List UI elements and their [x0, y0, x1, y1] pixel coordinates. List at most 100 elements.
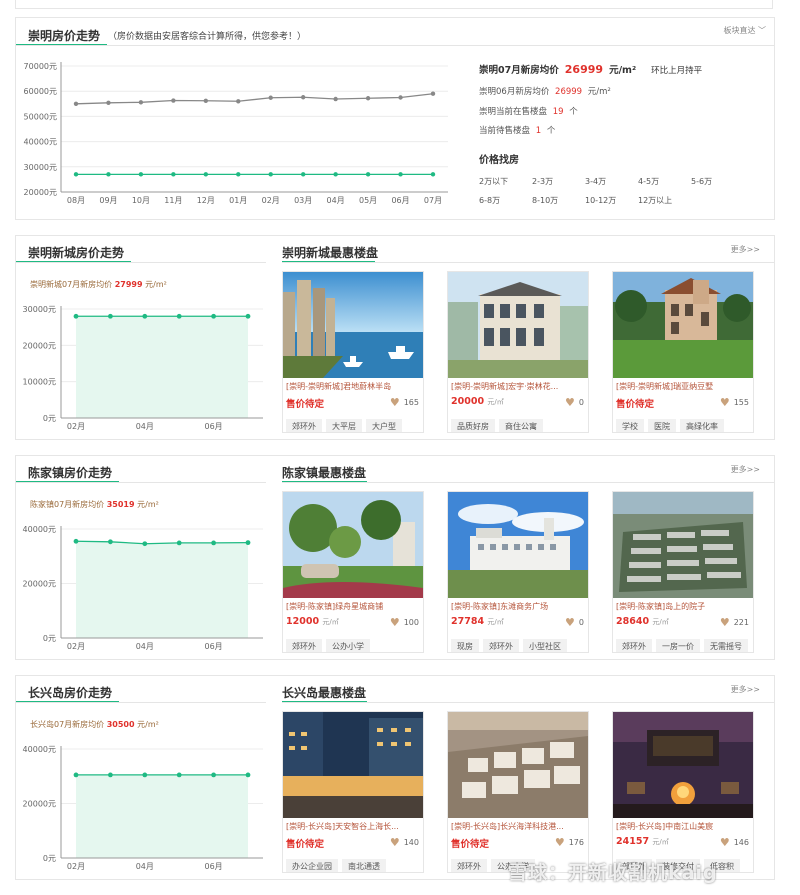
data-point — [73, 538, 79, 544]
data-point — [236, 99, 241, 104]
listing-tags: 现房 郊环外 小型社区 — [451, 634, 571, 652]
heart-icon: ♥ — [554, 836, 565, 849]
listing-card[interactable]: [崇明-长兴岛]中南江山美宸 24157 元/㎡ ♥ 146 郊环外 装修交付 低容积 — [612, 711, 754, 873]
data-point — [142, 313, 148, 319]
listing-tag: 郊环外 — [451, 859, 487, 872]
more-link[interactable]: 更多>> — [731, 464, 760, 475]
favorite-count[interactable]: ♥ 0 — [565, 616, 584, 629]
series-area — [76, 541, 248, 638]
data-point — [365, 172, 371, 177]
listing-card[interactable]: [崇明-长兴岛]天安智谷上海长... 售价待定 ♥ 140 办公企业园 南北通透 — [282, 711, 424, 873]
listing-name[interactable]: [崇明-崇明新城]宏宇·崇林花... — [451, 381, 587, 392]
x-tick-label: 08月 — [67, 196, 85, 205]
area-price-chart: 30000元 20000元 10000元 0元 02月 04月 06月 — [23, 305, 263, 431]
listing-tag: 郊环外 — [286, 639, 322, 652]
listing-price: 售价待定 — [286, 839, 325, 850]
favorite-count[interactable]: ♥ 100 — [390, 616, 419, 629]
listing-price: 售价待定 — [616, 399, 655, 410]
trend-title: 陈家镇房价走势 — [28, 466, 113, 480]
listing-photo[interactable] — [448, 272, 588, 378]
listing-tag: 大平层 — [326, 419, 362, 432]
data-point — [176, 540, 182, 546]
heart-icon: ♥ — [565, 396, 575, 409]
favorite-count[interactable]: ♥ 221 — [720, 616, 749, 629]
x-tick-label: 04月 — [136, 862, 154, 871]
listing-card[interactable]: [崇明-陈家镇]东滩商务广场 27784 元/㎡ ♥ 0 现房 郊环外 小型社区 — [447, 491, 589, 653]
listing-name[interactable]: [崇明-陈家镇]岛上的院子 — [616, 601, 752, 612]
price-link-3[interactable]: 3-4万 — [585, 176, 606, 187]
listing-photo[interactable] — [448, 492, 588, 598]
listing-name[interactable]: [崇明-长兴岛]中南江山美宸 — [616, 821, 752, 832]
district-selector[interactable]: 板块直达 ﹀ — [723, 25, 766, 36]
price-link-1[interactable]: 2万以下 — [479, 176, 508, 187]
y-tick-label: 10000元 — [23, 378, 56, 387]
listing-name[interactable]: [崇明-长兴岛]天安智谷上海长... — [286, 821, 422, 832]
listing-photo[interactable] — [283, 712, 423, 818]
listing-photo[interactable] — [448, 712, 588, 818]
data-point — [138, 172, 144, 177]
x-tick-label: 06月 — [205, 642, 223, 651]
data-point — [171, 98, 176, 103]
y-tick-label: 0元 — [43, 634, 56, 643]
more-link[interactable]: 更多>> — [731, 244, 760, 255]
heart-icon: ♥ — [565, 616, 575, 629]
more-link[interactable]: 更多>> — [731, 684, 760, 695]
listing-name[interactable]: [崇明-长兴岛]长兴海洋科技港... — [451, 821, 587, 832]
favorite-count[interactable]: ♥ 146 — [720, 836, 749, 849]
listing-photo[interactable] — [613, 712, 753, 818]
heart-icon: ♥ — [389, 396, 400, 409]
price-link-2[interactable]: 2-3万 — [532, 176, 553, 187]
price-link-4[interactable]: 4-5万 — [638, 176, 659, 187]
listing-photo[interactable] — [283, 492, 423, 598]
section-chongming-new-town: 崇明新城房价走势 崇明新城最惠楼盘 更多>> 崇明新城07月新房均价 27999… — [15, 235, 775, 440]
listing-card[interactable]: [崇明-长兴岛]长兴海洋科技港... 售价待定 ♥ 176 郊环外 公办小学 — [447, 711, 589, 873]
listing-name[interactable]: [崇明-陈家镇]绿舟星城商铺 — [286, 601, 422, 612]
data-point — [203, 98, 209, 103]
price-link-9[interactable]: 12万以上 — [638, 195, 672, 206]
data-point — [333, 96, 338, 102]
favorite-count[interactable]: ♥ 140 — [390, 836, 419, 849]
price-find-title: 价格找房 — [479, 155, 519, 166]
favorite-count[interactable]: ♥ 155 — [720, 396, 749, 409]
data-point — [430, 172, 436, 177]
data-point — [73, 772, 79, 778]
data-point — [300, 95, 306, 100]
listing-price: 27784 元/㎡ — [451, 616, 504, 627]
price-link-8[interactable]: 10-12万 — [585, 195, 616, 206]
data-point — [108, 313, 113, 319]
listing-photo[interactable] — [613, 492, 753, 598]
listing-card[interactable]: [崇明-崇明新城]瑞亚纳豆墅 售价待定 ♥ 155 学校 医院 高绿化率 — [612, 271, 754, 433]
listing-name[interactable]: [崇明-崇明新城]瑞亚纳豆墅 — [616, 381, 752, 392]
x-tick-label: 01月 — [229, 196, 247, 205]
data-point — [211, 540, 217, 546]
listing-tag: 无需摇号 — [704, 639, 748, 652]
listing-tags: 郊环外 一房一价 无需摇号 — [616, 634, 752, 652]
x-tick-label: 12月 — [197, 196, 215, 205]
main-trend-note: （房价数据由安居客综合计算所得，供您参考！） — [108, 32, 307, 42]
favorite-count[interactable]: ♥ 165 — [390, 396, 419, 409]
deals-title: 陈家镇最惠楼盘 — [282, 466, 367, 480]
listing-price: 24157 元/㎡ — [616, 836, 669, 847]
data-point — [211, 313, 217, 319]
listing-tag: 郊环外 — [286, 419, 322, 432]
x-tick-label: 06月 — [205, 862, 223, 871]
x-tick-label: 09月 — [99, 196, 117, 205]
heart-icon: ♥ — [719, 836, 730, 849]
listing-tag: 大户型 — [366, 419, 402, 432]
listing-card[interactable]: [崇明-崇明新城]宏宇·崇林花... 20000 元/㎡ ♥ 0 品质好房 商住公寓 — [447, 271, 589, 433]
price-link-7[interactable]: 8-10万 — [532, 195, 558, 206]
listing-photo[interactable] — [613, 272, 753, 378]
listing-card[interactable]: [崇明-崇明新城]君地蔚林半岛 售价待定 ♥ 165 郊环外 大平层 大户型 — [282, 271, 424, 433]
listing-card[interactable]: [崇明-陈家镇]岛上的院子 28640 元/㎡ ♥ 221 郊环外 一房一价 无需摇号 — [612, 491, 754, 653]
listing-name[interactable]: [崇明-陈家镇]东滩商务广场 — [451, 601, 587, 612]
favorite-count[interactable]: ♥ 0 — [565, 396, 584, 409]
listing-name[interactable]: [崇明-崇明新城]君地蔚林半岛 — [286, 381, 422, 392]
x-tick-label: 07月 — [424, 196, 442, 205]
favorite-count[interactable]: ♥ 176 — [555, 836, 584, 849]
listing-photo[interactable] — [283, 272, 423, 378]
listing-tags: 郊环外 大平层 大户型 — [286, 414, 406, 432]
price-link-6[interactable]: 6-8万 — [479, 195, 500, 206]
listing-tag: 高绿化率 — [680, 419, 724, 432]
listing-card[interactable]: [崇明-陈家镇]绿舟星城商铺 12000 元/㎡ ♥ 100 郊环外 公办小学 — [282, 491, 424, 653]
price-link-5[interactable]: 5-6万 — [691, 176, 712, 187]
